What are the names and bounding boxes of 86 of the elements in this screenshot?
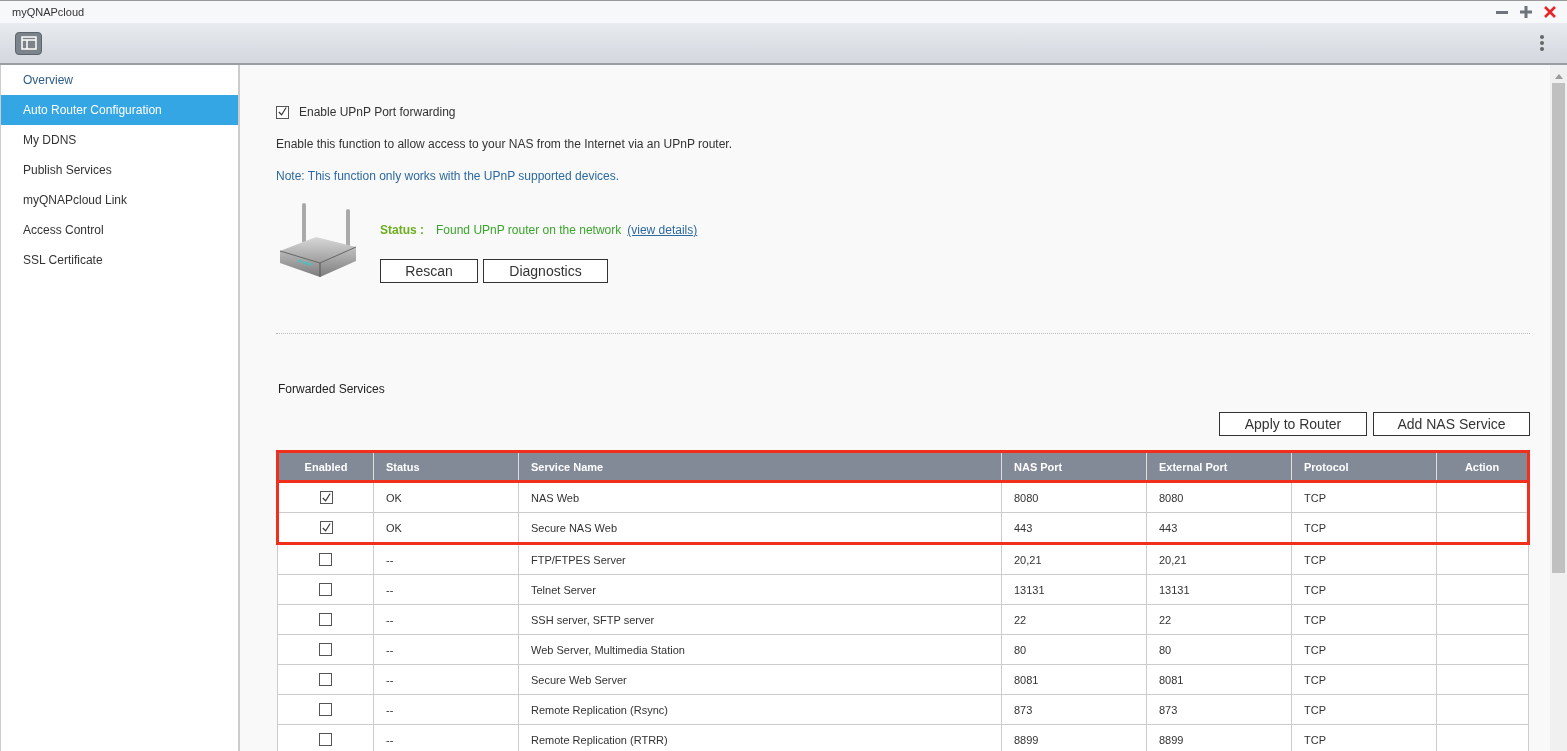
description-text: Enable this function to allow access to your NAS from the Internet via an UPnP router. (276, 137, 734, 151)
status-text: Found UPnP router on the network (436, 223, 622, 237)
table-cell: TCP (1291, 512, 1437, 544)
status-label: Status : (380, 223, 424, 237)
table-cell: 22 (1001, 604, 1147, 635)
table-cell: Secure Web Server (518, 664, 1002, 695)
table-cell: 13131 (1146, 574, 1292, 605)
table-cell: 8081 (1146, 664, 1292, 695)
window-title: myQNAPcloud (12, 6, 85, 18)
action-button[interactable]: Apply to Router (1219, 412, 1367, 436)
maximize-icon[interactable] (1519, 5, 1533, 19)
sidebar-item[interactable]: Overview (1, 65, 238, 95)
scrollbar-thumb[interactable] (1552, 83, 1565, 573)
action-button[interactable]: Add NAS Service (1373, 412, 1530, 436)
table-cell: TCP (1291, 574, 1437, 605)
checkbox-label: Enable UPnP Port forwarding (299, 105, 456, 119)
table-cell: 8899 (1001, 724, 1147, 751)
column-header: Status (373, 451, 519, 482)
table-cell: 20,21 (1001, 543, 1147, 575)
table-cell: Remote Replication (RTRR) (518, 724, 1002, 751)
table-cell: Web Server, Multimedia Station (518, 634, 1002, 665)
checkbox[interactable] (276, 105, 289, 119)
table-cell: SSH server, SFTP server (518, 604, 1002, 635)
panel-layout-icon (20, 36, 37, 50)
column-header: NAS Port (1001, 451, 1147, 482)
table-cell: NAS Web (518, 481, 1002, 513)
checkbox[interactable] (319, 521, 333, 535)
table-cell: 20,21 (1146, 543, 1292, 575)
table-cell: 8081 (1001, 664, 1147, 695)
checkbox[interactable] (319, 673, 332, 687)
more-options-icon[interactable] (1539, 34, 1545, 52)
sidebar-item[interactable]: Publish Services (1, 155, 238, 185)
section-title: Forwarded Services (277, 382, 386, 396)
table-cell: TCP (1291, 664, 1437, 695)
column-header: Enabled (277, 451, 374, 482)
table-cell: FTP/FTPES Server (518, 543, 1002, 575)
table-cell: -- (373, 543, 519, 575)
table-cell: 22 (1146, 604, 1292, 635)
table-cell: 443 (1001, 512, 1147, 544)
table-cell: 80 (1001, 634, 1147, 665)
sidebar-item[interactable]: Access Control (1, 215, 238, 245)
table-cell: 873 (1146, 694, 1292, 725)
column-header: Protocol (1291, 451, 1437, 482)
table-cell: 873 (1001, 694, 1147, 725)
sidebar-item[interactable]: My DDNS (1, 125, 238, 155)
checkbox[interactable] (319, 643, 332, 657)
table-cell: 13131 (1001, 574, 1147, 605)
checkbox[interactable] (319, 491, 333, 505)
table-cell: 8080 (1001, 481, 1147, 513)
table-cell: -- (373, 664, 519, 695)
table-cell: 443 (1146, 512, 1292, 544)
table-cell: -- (373, 634, 519, 665)
column-header: External Port (1146, 451, 1292, 482)
column-header: Service Name (518, 451, 1002, 482)
checkbox[interactable] (319, 703, 332, 717)
table-cell: Remote Replication (Rsync) (518, 694, 1002, 725)
sidebar-item[interactable]: myQNAPcloud Link (1, 185, 238, 215)
table-cell: OK (373, 481, 519, 513)
sidebar-item[interactable]: SSL Certificate (1, 245, 238, 275)
view-details-link[interactable]: (view details) (627, 223, 698, 237)
close-icon[interactable] (1543, 5, 1557, 19)
table-cell: Secure NAS Web (518, 512, 1002, 544)
note-text: Note: This function only works with the UPnP supported devices. (276, 169, 621, 183)
table-cell: 8899 (1146, 724, 1292, 751)
checkbox[interactable] (319, 733, 332, 747)
table-cell: Telnet Server (518, 574, 1002, 605)
table-cell: 80 (1146, 634, 1292, 665)
checkbox[interactable] (319, 613, 332, 627)
column-header: Action (1436, 451, 1529, 482)
action-button[interactable]: Diagnostics (483, 259, 608, 283)
checkbox[interactable] (319, 553, 332, 567)
table-cell: TCP (1291, 694, 1437, 725)
sidebar-toggle-button[interactable] (15, 31, 42, 55)
table-cell: OK (373, 512, 519, 544)
checkbox[interactable] (319, 583, 332, 597)
table-cell: TCP (1291, 481, 1437, 513)
action-button[interactable]: Rescan (380, 259, 478, 283)
table-cell: -- (373, 574, 519, 605)
table-cell: -- (373, 694, 519, 725)
table-cell: TCP (1291, 634, 1437, 665)
table-cell: TCP (1291, 604, 1437, 635)
table-cell: 8080 (1146, 481, 1292, 513)
table-cell: -- (373, 724, 519, 751)
table-cell: TCP (1291, 543, 1437, 575)
table-cell: TCP (1291, 724, 1437, 751)
table-cell: -- (373, 604, 519, 635)
